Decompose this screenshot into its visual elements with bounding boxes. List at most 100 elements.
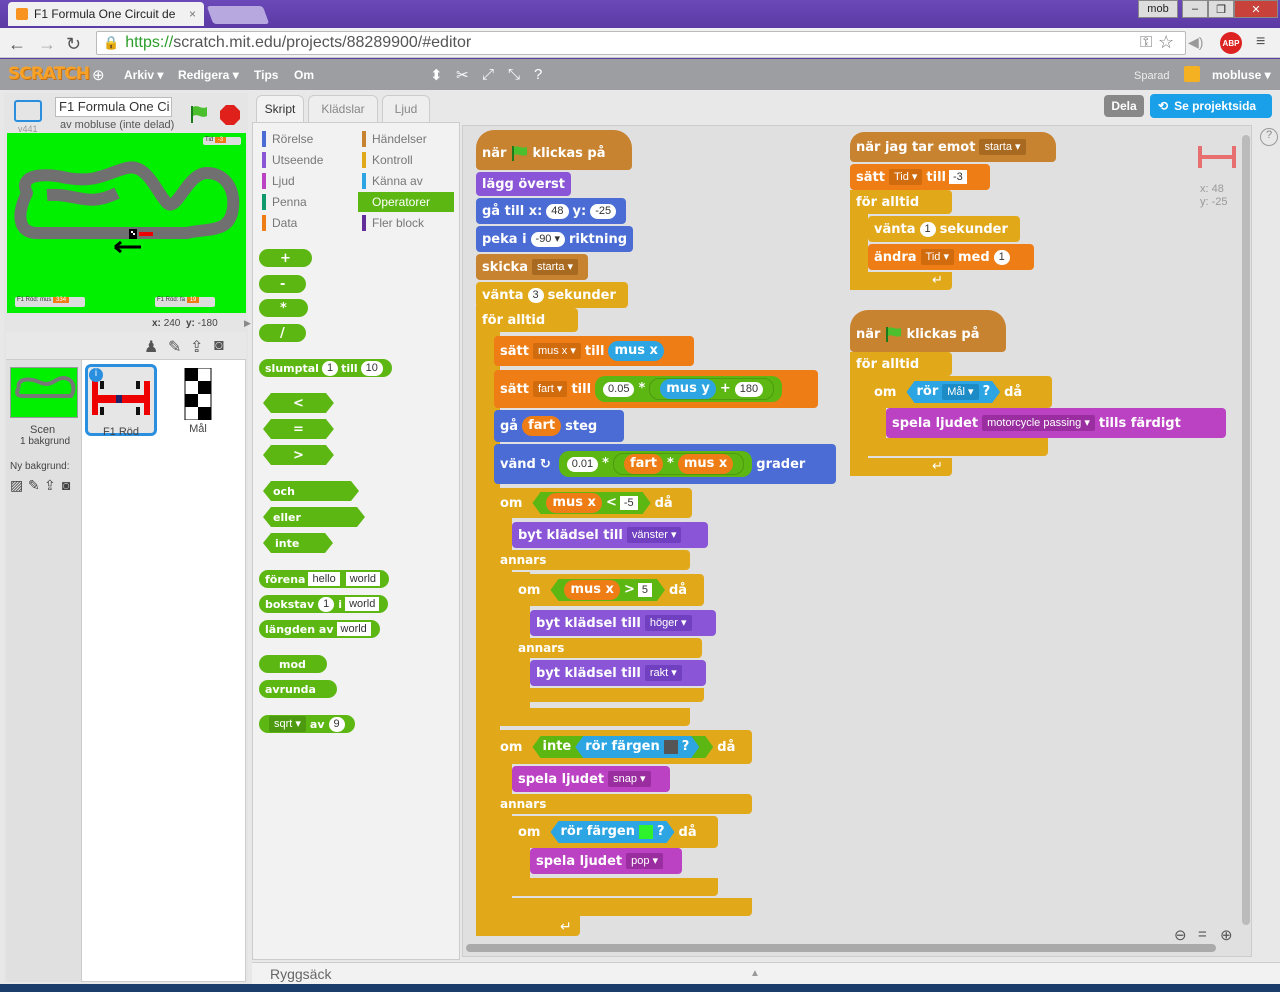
palette-letter-block[interactable]: bokstav 1 i world (259, 595, 389, 613)
sprite-info-icon[interactable]: i (89, 368, 103, 382)
grow-icon[interactable]: ⤢ (482, 66, 494, 83)
bg-camera-icon[interactable]: ◙ (62, 477, 70, 493)
backpack-bar[interactable]: Ryggsäck ▲ (252, 962, 1280, 984)
paint-sprite-icon[interactable]: ✎ (168, 337, 181, 357)
maximize-icon[interactable]: ❐ (1208, 0, 1234, 18)
star-icon[interactable]: ☆ (1158, 32, 1174, 53)
forever-block-2[interactable]: för alltid (850, 190, 952, 214)
vertical-scrollbar[interactable] (1242, 135, 1250, 925)
category-flerblock[interactable]: Fler block (358, 213, 454, 233)
set-fart-block[interactable]: sätt fart ▾ till 0.05 * mus y +180 (494, 370, 818, 408)
scene-thumbnail[interactable] (10, 367, 78, 418)
set-mousex-block[interactable]: sätt mus x ▾ till mus x (494, 336, 694, 366)
stage-canvas[interactable]: Tid -3 F1 Röd: mus 334 F1 Röd: fa 19 (7, 133, 246, 313)
forever-block[interactable]: för alltid (476, 308, 578, 332)
palette-join-block[interactable]: förena hello world (259, 570, 390, 588)
key-icon[interactable]: ⚿ (1140, 34, 1152, 52)
category-kontroll[interactable]: Kontroll (358, 150, 454, 170)
palette-gt-block[interactable]: > (263, 445, 334, 465)
set-tid-block[interactable]: sätt Tid ▾ till -3 (850, 164, 990, 190)
bg-library-icon[interactable]: ▨ (10, 477, 23, 494)
back-icon[interactable]: ← (8, 34, 26, 55)
see-project-button[interactable]: ⟲ Se projektsida (1150, 94, 1272, 118)
if-mousex-gt-block[interactable]: om mus x >5 då (512, 574, 704, 606)
menu-tips[interactable]: Tips (254, 68, 278, 82)
category-operatorer[interactable]: Operatorer (358, 192, 454, 212)
palette-not-block[interactable]: inte (263, 533, 333, 553)
tab-skript[interactable]: Skript (256, 95, 304, 122)
browser-tab[interactable]: F1 Formula One Circuit de × (8, 2, 204, 26)
sprite-f1-rod[interactable]: i F1 Röd (85, 364, 157, 438)
palette-multiply-block[interactable]: * (259, 299, 308, 317)
green-flag-icon[interactable] (188, 104, 208, 124)
bg-paint-icon[interactable]: ✎ (28, 477, 40, 494)
if-touching-color-block[interactable]: om rör färgen? då (512, 816, 718, 848)
switch-costume-left-block[interactable]: byt klädsel till vänster ▾ (512, 522, 708, 548)
help-circle-icon[interactable]: ? (1260, 128, 1278, 146)
menu-redigera[interactable]: Redigera ▾ (178, 68, 239, 82)
adblock-icon[interactable]: ABP (1220, 32, 1242, 54)
wait-block[interactable]: vänta 3 sekunder (476, 282, 628, 308)
sprite-library-icon[interactable]: ♟ (144, 337, 158, 357)
palette-divide-block[interactable]: / (259, 324, 306, 342)
url-field[interactable]: 🔒 https:// scratch.mit.edu/projects/8828… (96, 31, 1186, 55)
go-to-front-block[interactable]: lägg överst (476, 172, 571, 196)
camera-sprite-icon[interactable]: ◙ (214, 337, 224, 355)
category-penna[interactable]: Penna (258, 192, 358, 212)
globe-icon[interactable]: ⊕ (92, 66, 105, 84)
palette-length-block[interactable]: längden av world (259, 620, 380, 638)
stage-toggle-icon[interactable]: ▶ (244, 318, 251, 329)
category-data[interactable]: Data (258, 213, 358, 233)
zoom-out-icon[interactable]: ⊖ (1174, 926, 1187, 944)
minimize-icon[interactable]: – (1182, 0, 1208, 18)
project-title-input[interactable]: F1 Formula One Ci (55, 97, 172, 117)
when-flag-clicked-hat[interactable]: när klickas på (476, 130, 632, 170)
palette-round-block[interactable]: avrunda (259, 680, 337, 698)
tab-ljud[interactable]: Ljud (382, 95, 430, 122)
play-sound-until-done-block[interactable]: spela ljudet motorcycle passing ▾ tills fä… (886, 408, 1226, 438)
user-menu[interactable]: mobluse ▾ (1212, 68, 1271, 82)
fullscreen-icon[interactable] (14, 100, 42, 122)
shrink-icon[interactable]: ⤡ (508, 66, 520, 83)
backpack-expand-icon[interactable]: ▲ (750, 968, 760, 979)
if-mousex-lt-block[interactable]: om mus x < -5 då (494, 488, 692, 518)
palette-and-block[interactable]: och (263, 481, 359, 501)
palette-mod-block[interactable]: mod (259, 655, 327, 673)
forever-block-3[interactable]: för alltid (850, 352, 952, 376)
menu-om[interactable]: Om (294, 68, 314, 82)
window-close-icon[interactable]: ✕ (1234, 0, 1278, 18)
category-rrelse[interactable]: Rörelse (258, 129, 358, 149)
forward-icon[interactable]: → (38, 34, 56, 55)
menu-arkiv[interactable]: Arkiv ▾ (124, 68, 163, 82)
reload-icon[interactable]: ↻ (66, 34, 81, 55)
palette-add-block[interactable]: + (259, 249, 312, 267)
play-sound-snap-block[interactable]: spela ljudet snap ▾ (512, 766, 670, 792)
turn-block[interactable]: vänd ↻ 0.01 * fart * mus x grader (494, 444, 836, 484)
category-hndelser[interactable]: Händelser (358, 129, 454, 149)
stop-icon[interactable] (219, 104, 241, 126)
palette-sqrt-block[interactable]: sqrt ▾ av 9 (259, 715, 355, 733)
broadcast-block[interactable]: skicka starta ▾ (476, 254, 589, 280)
chrome-menu-icon[interactable]: ≡ (1256, 33, 1265, 51)
palette-random-block[interactable]: slumptal 1 till 10 (259, 359, 392, 377)
change-tid-block[interactable]: ändra Tid ▾ med 1 (868, 244, 1034, 270)
delete-icon[interactable]: ✂ (456, 66, 469, 84)
duplicate-icon[interactable]: ⬍ (430, 66, 443, 84)
help-icon[interactable]: ? (534, 66, 542, 83)
palette-subtract-block[interactable]: - (259, 275, 307, 293)
when-receive-hat[interactable]: när jag tar emot starta ▾ (850, 132, 1056, 162)
category-ljud[interactable]: Ljud (258, 171, 358, 191)
color-swatch-green[interactable] (639, 825, 653, 839)
palette-lt-block[interactable]: < (263, 393, 334, 413)
switch-costume-straight-block[interactable]: byt klädsel till rakt ▾ (530, 660, 706, 686)
palette-eq-block[interactable]: = (263, 419, 334, 439)
zoom-in-icon[interactable]: ⊕ (1220, 926, 1233, 944)
upload-sprite-icon[interactable]: ⇪ (190, 337, 203, 357)
goto-xy-block[interactable]: gå till x: 48 y: -25 (476, 198, 627, 224)
when-flag-clicked-hat-2[interactable]: när klickas på (850, 310, 1006, 352)
category-utseende[interactable]: Utseende (258, 150, 358, 170)
new-tab-button[interactable] (206, 6, 270, 24)
mystuff-icon[interactable] (1184, 66, 1200, 82)
palette-or-block[interactable]: eller (263, 507, 365, 527)
tab-kladslar[interactable]: Klädslar (308, 95, 378, 122)
